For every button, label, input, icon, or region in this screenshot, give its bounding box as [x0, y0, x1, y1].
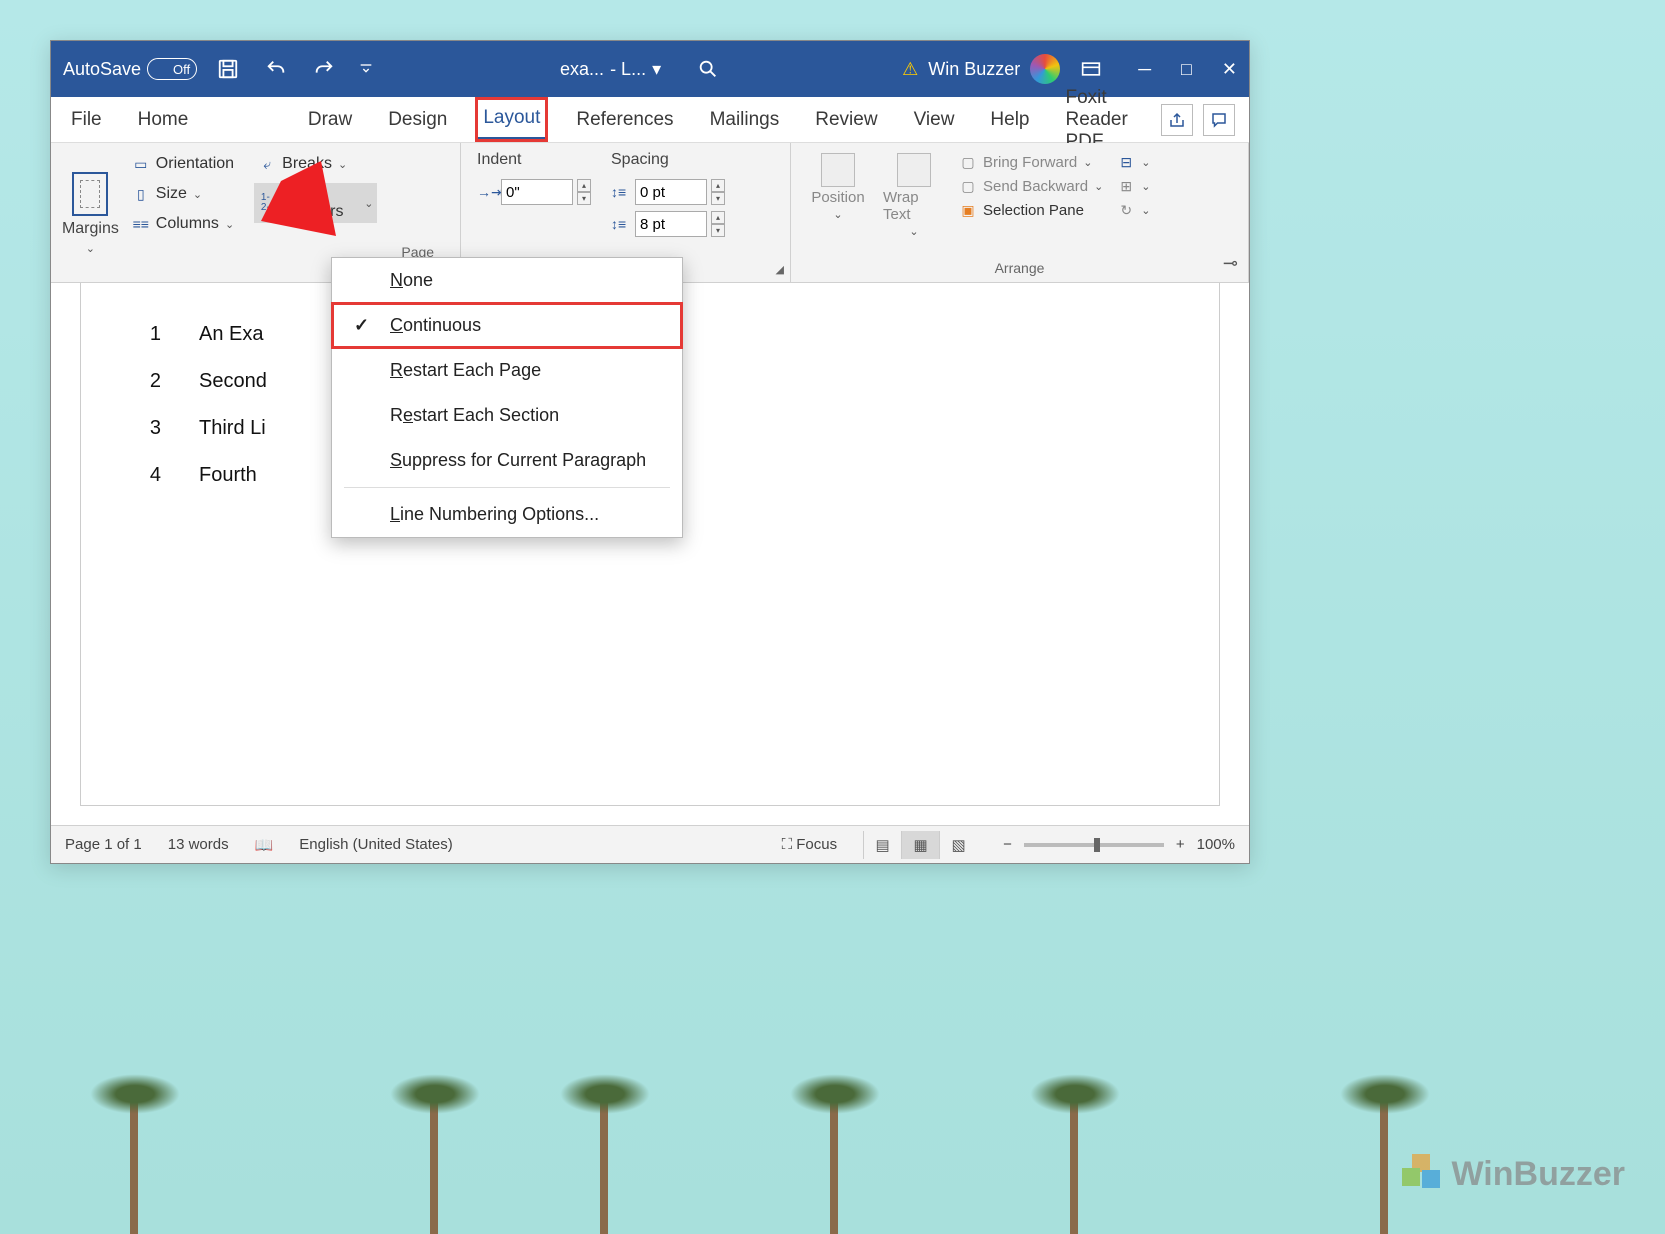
spin-up-icon[interactable]: ▴	[711, 179, 725, 192]
word-window: AutoSave Off exa... - L... ▾ ⚠ Win Buzze…	[50, 40, 1250, 864]
columns-icon: ≡≡	[132, 215, 150, 233]
group-icon: ⊞	[1117, 177, 1135, 195]
document-title: exa... - L... ▾	[560, 59, 661, 80]
margins-button[interactable]: Margins ⌄	[61, 149, 120, 278]
close-icon[interactable]: ✕	[1222, 59, 1237, 80]
rotate-button: ↻⌄	[1117, 201, 1150, 219]
send-backward-icon: ▢	[959, 177, 977, 195]
page-count[interactable]: Page 1 of 1	[65, 836, 142, 853]
indent-left-icon: →⇥	[477, 184, 497, 201]
minimize-icon[interactable]: ─	[1138, 59, 1151, 80]
share-icon[interactable]	[1161, 104, 1193, 136]
tab-design[interactable]: Design	[382, 101, 453, 139]
spin-up-icon[interactable]: ▴	[577, 179, 591, 192]
tab-file[interactable]: File	[65, 101, 108, 139]
dd-separator	[344, 487, 670, 488]
dd-suppress[interactable]: Suppress for Current Paragraph	[332, 438, 682, 483]
pin-ribbon-icon[interactable]: ⊸	[1223, 253, 1238, 274]
autosave-toggle[interactable]: AutoSave Off	[63, 58, 197, 80]
focus-icon: ⛶	[782, 836, 797, 853]
focus-mode[interactable]: ⛶ Focus	[782, 836, 838, 853]
word-count[interactable]: 13 words	[168, 836, 229, 853]
spin-up-icon[interactable]: ▴	[711, 211, 725, 224]
selection-pane-icon: ▣	[959, 201, 977, 219]
margins-icon	[72, 172, 108, 216]
spellcheck-icon[interactable]: 📖	[255, 836, 274, 854]
indent-left-input[interactable]: →⇥ ▴▾	[477, 179, 591, 205]
watermark: WinBuzzer	[1402, 1154, 1625, 1194]
tab-view[interactable]: View	[908, 101, 961, 139]
group-arrange: Position⌄ Wrap Text⌄ ▢Bring Forward⌄ ▢Se…	[791, 143, 1249, 282]
spin-down-icon[interactable]: ▾	[711, 224, 725, 237]
spacing-label: Spacing	[611, 151, 725, 169]
chevron-down-icon: ⌄	[86, 242, 95, 255]
read-mode-icon[interactable]: ▤	[863, 831, 901, 859]
zoom-slider[interactable]	[1024, 843, 1164, 847]
avatar	[1030, 54, 1060, 84]
winbuzzer-logo-icon	[1402, 1154, 1442, 1194]
print-layout-icon[interactable]: ▦	[901, 831, 939, 859]
align-button: ⊟⌄	[1117, 153, 1150, 171]
search-icon[interactable]	[691, 52, 725, 86]
orientation-icon: ▭	[132, 155, 150, 173]
zoom-in-icon[interactable]: +	[1176, 836, 1185, 853]
tab-references[interactable]: References	[570, 101, 679, 139]
maximize-icon[interactable]: □	[1181, 59, 1192, 80]
selection-pane-button[interactable]: ▣Selection Pane	[959, 201, 1103, 219]
indent-label: Indent	[477, 151, 591, 169]
warning-icon: ⚠	[902, 59, 918, 80]
title-dropdown-icon[interactable]: ▾	[652, 59, 661, 80]
autosave-state: Off	[173, 62, 190, 77]
dd-continuous[interactable]: Continuous	[332, 303, 682, 348]
wrap-text-button: Wrap Text⌄	[883, 153, 945, 238]
zoom-controls: − + 100%	[1003, 836, 1235, 853]
language[interactable]: English (United States)	[299, 836, 452, 853]
align-icon: ⊟	[1117, 153, 1135, 171]
tab-layout[interactable]: Layout	[477, 99, 546, 140]
dd-options[interactable]: Line Numbering Options...	[332, 492, 682, 537]
bring-forward-icon: ▢	[959, 153, 977, 171]
bring-forward-button: ▢Bring Forward⌄	[959, 153, 1103, 171]
group-label-arrange: Arrange	[801, 256, 1238, 278]
spin-down-icon[interactable]: ▾	[711, 192, 725, 205]
statusbar: Page 1 of 1 13 words 📖 English (United S…	[51, 825, 1249, 863]
zoom-out-icon[interactable]: −	[1003, 836, 1012, 853]
user-account[interactable]: ⚠ Win Buzzer	[902, 54, 1060, 84]
tab-review[interactable]: Review	[809, 101, 883, 139]
send-backward-button: ▢Send Backward⌄	[959, 177, 1103, 195]
dialog-launcher-icon[interactable]: ◢	[776, 263, 784, 276]
spacing-before-icon: ↕≡	[611, 184, 631, 200]
position-button: Position⌄	[807, 153, 869, 238]
spacing-after-icon: ↕≡	[611, 216, 631, 232]
wrap-text-icon	[897, 153, 931, 187]
rotate-icon: ↻	[1117, 201, 1135, 219]
autosave-label: AutoSave	[63, 59, 141, 80]
tab-mailings[interactable]: Mailings	[704, 101, 786, 139]
spin-down-icon[interactable]: ▾	[577, 192, 591, 205]
tab-help[interactable]: Help	[984, 101, 1035, 139]
web-layout-icon[interactable]: ▧	[939, 831, 977, 859]
zoom-level[interactable]: 100%	[1197, 836, 1235, 853]
position-icon	[821, 153, 855, 187]
arrow-annotation	[181, 81, 361, 266]
size-icon: ▯	[132, 185, 150, 203]
dd-none[interactable]: None	[332, 258, 682, 303]
dd-restart-section[interactable]: Restart Each Section	[332, 393, 682, 438]
comments-icon[interactable]	[1203, 104, 1235, 136]
group-button: ⊞⌄	[1117, 177, 1150, 195]
spacing-after-input[interactable]: ↕≡ ▴▾	[611, 211, 725, 237]
line-numbers-dropdown: None Continuous Restart Each Page Restar…	[331, 257, 683, 538]
spacing-before-input[interactable]: ↕≡ ▴▾	[611, 179, 725, 205]
dd-restart-page[interactable]: Restart Each Page	[332, 348, 682, 393]
user-name: Win Buzzer	[928, 59, 1020, 80]
